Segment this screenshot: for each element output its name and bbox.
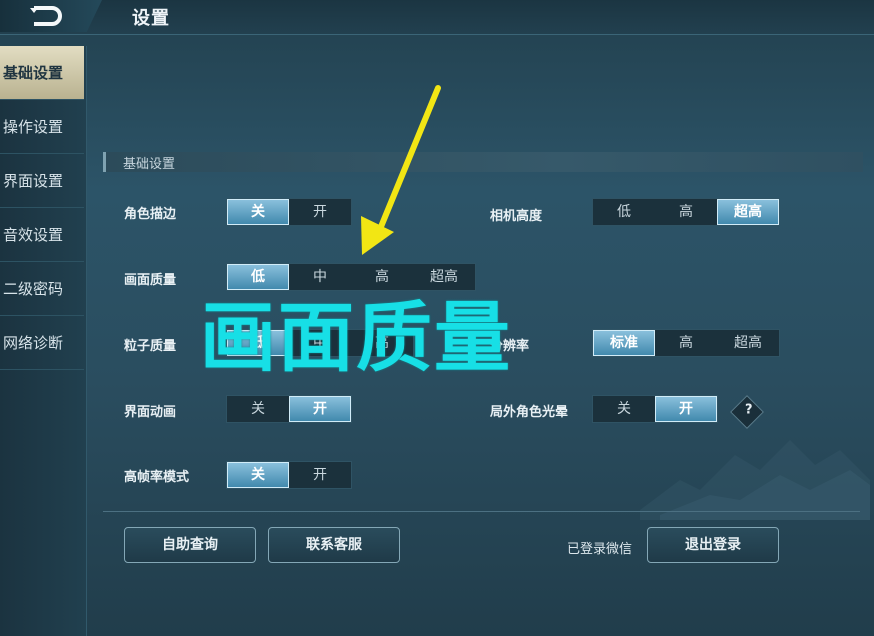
overlay-caption: 画面质量	[200, 293, 512, 382]
